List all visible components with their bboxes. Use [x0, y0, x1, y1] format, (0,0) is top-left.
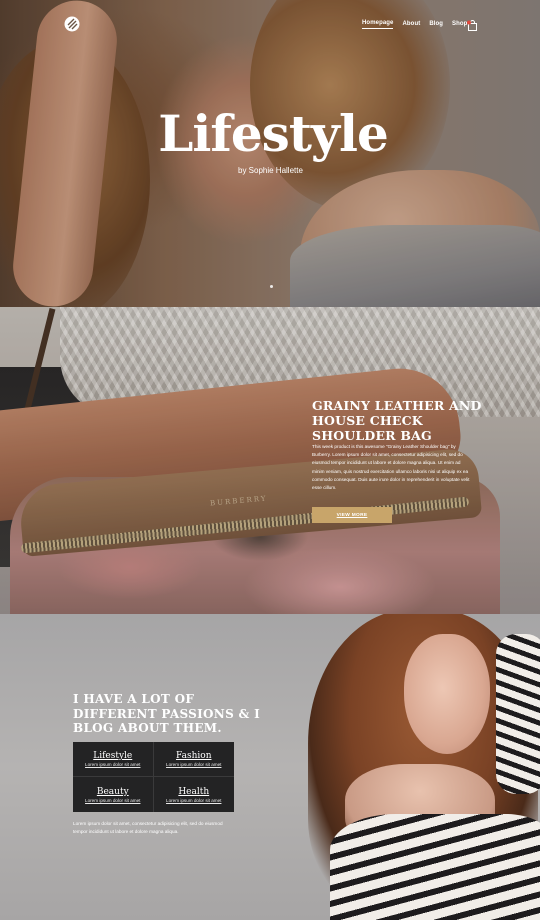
category-desc: Lorem ipsum dolor sit amet [166, 797, 222, 803]
category-lifestyle[interactable]: Lifestyle Lorem ipsum dolor sit amet [73, 742, 154, 777]
passions-photo-arm [496, 634, 540, 794]
category-grid: Lifestyle Lorem ipsum dolor sit amet Fas… [73, 742, 234, 812]
passions-photo [300, 614, 540, 920]
passions-photo-face [404, 634, 490, 754]
featured-product-section: BURBERRY GRAINY LEATHER AND HOUSE CHECK … [0, 307, 540, 614]
category-name: Health [178, 786, 210, 797]
hero-title: Lifestyle [158, 104, 389, 163]
passions-title: I HAVE A LOT OF DIFFERENT PASSIONS & I B… [73, 692, 261, 735]
nav-item-about[interactable]: About [402, 21, 420, 29]
hero-slider-dot[interactable] [270, 285, 273, 288]
main-nav: Homepage About Blog Shop [362, 20, 467, 29]
passions-text: Lorem ipsum dolor sit amet, consectetur … [73, 821, 223, 834]
passions-section: I HAVE A LOT OF DIFFERENT PASSIONS & I B… [0, 614, 540, 920]
category-desc: Lorem ipsum dolor sit amet [85, 797, 141, 803]
category-fashion[interactable]: Fashion Lorem ipsum dolor sit amet [153, 742, 234, 777]
category-health[interactable]: Health Lorem ipsum dolor sit amet [154, 777, 235, 812]
nav-item-blog[interactable]: Blog [429, 21, 443, 29]
shopping-bag-icon[interactable] [467, 18, 478, 31]
hero-section: Homepage About Blog Shop Lifestyle by So… [0, 0, 540, 307]
category-beauty[interactable]: Beauty Lorem ipsum dolor sit amet [73, 777, 154, 812]
category-desc: Lorem ipsum dolor sit amet [166, 762, 222, 767]
passions-photo-striped-shirt [330, 814, 540, 920]
product-title: GRAINY LEATHER AND HOUSE CHECK SHOULDER … [312, 398, 482, 443]
category-name: Lifestyle [93, 751, 133, 761]
view-more-button[interactable]: VIEW MORE [312, 507, 392, 523]
category-desc: Lorem ipsum dolor sit amet [85, 762, 141, 767]
category-name: Beauty [96, 786, 129, 797]
hero-subtitle: by Sophie Hallette [238, 166, 303, 175]
category-name: Fashion [175, 751, 212, 761]
brand-logo-icon[interactable] [64, 16, 80, 32]
nav-item-shop[interactable]: Shop [452, 21, 467, 29]
product-description: This week product is this awesome "Grain… [312, 444, 470, 491]
nav-item-homepage[interactable]: Homepage [362, 20, 394, 29]
